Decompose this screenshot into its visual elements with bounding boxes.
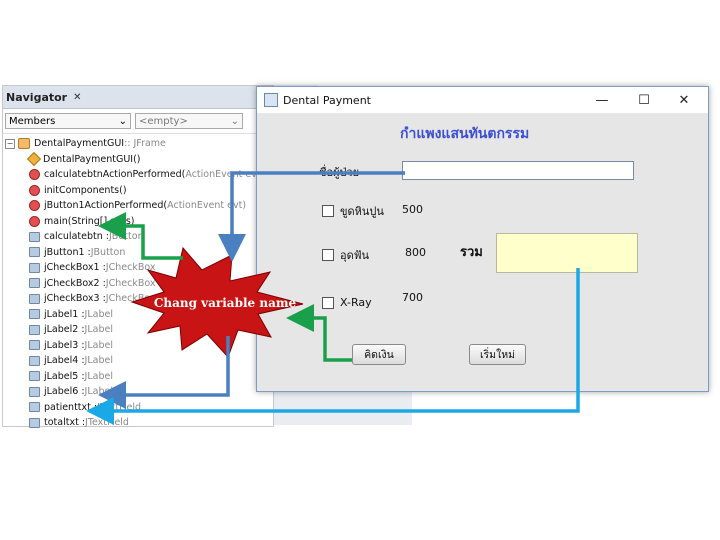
green-arrow-calculatebtn: [98, 212, 183, 260]
blue-arrow-patienttxt: [98, 336, 230, 409]
blue-arrow-patient: [218, 171, 405, 262]
green-arrow-button: [286, 304, 352, 362]
annotation-label: Chang variable name: [153, 296, 297, 310]
annotation-overlay: [86, 171, 580, 425]
